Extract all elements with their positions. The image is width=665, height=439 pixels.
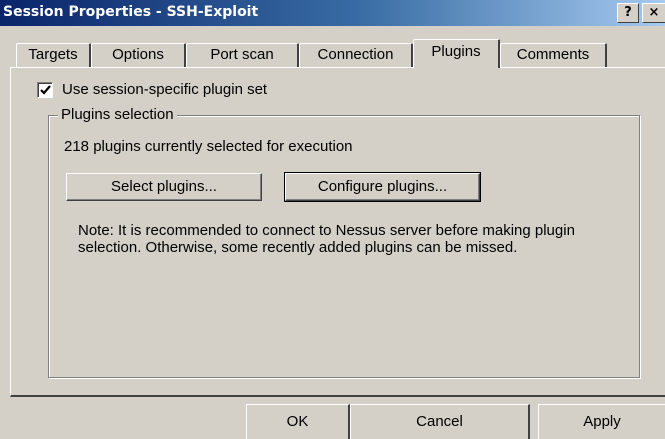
tab-targets[interactable]: Targets (16, 43, 91, 67)
plugins-selection-title: Plugins selection (58, 106, 177, 123)
ok-button[interactable]: OK (246, 404, 350, 439)
tab-options[interactable]: Options (91, 43, 186, 67)
apply-button[interactable]: Apply (538, 404, 665, 439)
plugins-selected-status: 218 plugins currently selected for execu… (64, 138, 353, 155)
tab-comments[interactable]: Comments (500, 43, 607, 67)
plugin-selection-note: Note: It is recommended to connect to Ne… (78, 222, 575, 256)
window-title: Session Properties - SSH-Exploit (3, 4, 259, 20)
cancel-button[interactable]: Cancel (350, 404, 530, 439)
session-properties-dialog: Session Properties - SSH-Exploit ? × Tar… (0, 0, 665, 439)
use-specific-plugin-set-label[interactable]: Use session-specific plugin set (62, 81, 267, 98)
tab-port-scan[interactable]: Port scan (186, 43, 299, 67)
configure-plugins-button[interactable]: Configure plugins... (284, 172, 481, 202)
use-specific-plugin-set-checkbox[interactable] (37, 82, 53, 98)
tab-plugins[interactable]: Plugins (413, 39, 500, 68)
checkmark-icon (40, 85, 51, 95)
close-button[interactable]: × (642, 3, 665, 23)
help-button[interactable]: ? (617, 3, 639, 23)
select-plugins-button[interactable]: Select plugins... (66, 173, 262, 201)
tab-connection[interactable]: Connection (299, 43, 413, 67)
title-bar[interactable]: Session Properties - SSH-Exploit ? × (0, 0, 665, 26)
